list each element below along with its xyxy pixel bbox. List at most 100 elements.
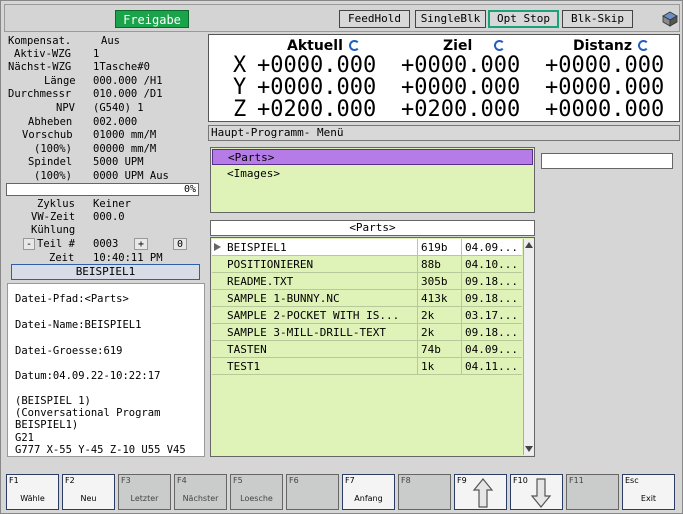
- current-folder-header: <Parts>: [210, 220, 535, 236]
- f8-button[interactable]: F8: [398, 474, 451, 510]
- file-row[interactable]: SAMPLE 1-BUNNY.NC 413k 09.18...: [212, 290, 522, 307]
- arrow-down-icon: [530, 478, 552, 508]
- blkskip-button[interactable]: Blk-Skip: [562, 10, 633, 28]
- teil-count-box[interactable]: 0: [173, 238, 187, 250]
- distanz-z-value: +0000.000: [545, 97, 665, 122]
- file-name: TASTEN: [226, 341, 418, 358]
- dir-item-parts[interactable]: <Parts>: [212, 149, 533, 165]
- fkey-label: Wähle: [20, 494, 45, 503]
- preview-box: [541, 153, 673, 169]
- aktuell-refresh-icon[interactable]: [348, 40, 360, 51]
- fkey-id: F2: [65, 476, 75, 485]
- f6-button[interactable]: F6: [286, 474, 339, 510]
- info-line: Datei-Name:BEISPIEL1: [15, 319, 142, 331]
- distanz-x-value: +0000.000: [545, 53, 665, 78]
- axis-x-label: X: [233, 53, 247, 78]
- scroll-up-icon[interactable]: [525, 242, 533, 248]
- file-row[interactable]: README.TXT 305b 09.18...: [212, 273, 522, 290]
- distanz-header: Distanz: [573, 38, 650, 54]
- teil-plus-button[interactable]: +: [134, 238, 148, 250]
- naechst-wzg-label: Nächst-WZG: [8, 61, 72, 73]
- f10-down-button[interactable]: F10: [510, 474, 563, 510]
- npv-value: (G540) 1: [93, 102, 144, 114]
- info-line: BEISPIEL1): [15, 419, 79, 431]
- f9-up-button[interactable]: F9: [454, 474, 507, 510]
- file-name: README.TXT: [226, 273, 418, 290]
- axis-y-label: Y: [233, 75, 247, 100]
- fkey-id: F5: [233, 476, 243, 485]
- file-name: POSITIONIEREN: [226, 256, 418, 273]
- esc-exit-button[interactable]: Esc Exit: [622, 474, 675, 510]
- teil-minus-button[interactable]: -: [23, 238, 35, 250]
- file-size: 88b: [419, 256, 462, 273]
- info-line: Datum:04.09.22-10:22:17: [15, 370, 161, 382]
- file-name: SAMPLE 3-MILL-DRILL-TEXT: [226, 324, 418, 341]
- fkey-label: Anfang: [354, 494, 383, 503]
- optstop-button[interactable]: Opt Stop: [488, 10, 559, 28]
- ziel-header: Ziel: [443, 38, 506, 54]
- kuehlung-label: Kühlung: [31, 224, 76, 236]
- spindel-label: Spindel: [28, 156, 73, 168]
- info-line: Datei-Groesse:619: [15, 345, 123, 357]
- file-info-panel: Datei-Pfad:<Parts> Datei-Name:BEISPIEL1 …: [7, 283, 205, 457]
- program-progress-bar: 0%: [6, 183, 199, 196]
- scroll-down-icon[interactable]: [525, 446, 533, 452]
- fkey-id: Esc: [625, 476, 639, 485]
- f2-new-button[interactable]: F2 Neu: [62, 474, 115, 510]
- fkey-id: F3: [121, 476, 131, 485]
- distanz-refresh-icon[interactable]: [638, 40, 650, 51]
- f7-start-button[interactable]: F7 Anfang: [342, 474, 395, 510]
- kompensat-value: Aus: [101, 35, 120, 47]
- ziel-header-label: Ziel: [443, 38, 473, 54]
- file-size: 2k: [419, 324, 462, 341]
- top-toolbar: Freigabe FeedHold SingleBlk Opt Stop Blk…: [4, 4, 680, 32]
- fkey-id: F1: [9, 476, 19, 485]
- f5-delete-button[interactable]: F5 Loesche: [230, 474, 283, 510]
- vw-zeit-label: VW-Zeit: [31, 211, 76, 223]
- aktuell-header-label: Aktuell: [287, 38, 343, 54]
- fkey-id: F7: [345, 476, 355, 485]
- file-row[interactable]: TEST1 1k 04.11...: [212, 358, 522, 375]
- file-list-scrollbar[interactable]: [523, 239, 534, 455]
- file-row[interactable]: POSITIONIEREN 88b 04.10...: [212, 256, 522, 273]
- teil-label: Teil #: [37, 238, 75, 250]
- feedhold-button[interactable]: FeedHold: [339, 10, 410, 28]
- naechst-wzg-value: 1Tasche#0: [93, 61, 150, 73]
- fkey-label: Letzter: [130, 494, 159, 503]
- singleblk-button[interactable]: SingleBlk: [415, 10, 486, 28]
- app-logo-icon: [662, 11, 678, 27]
- loaded-file-banner: BEISPIEL1: [11, 264, 200, 280]
- file-list: BEISPIEL1 619b 04.09... POSITIONIEREN 88…: [210, 237, 535, 457]
- ziel-refresh-icon[interactable]: [494, 40, 506, 51]
- fkey-id: F10: [513, 476, 528, 485]
- file-row[interactable]: TASTEN 74b 04.09...: [212, 341, 522, 358]
- dir-item-images[interactable]: <Images>: [212, 166, 533, 182]
- arrow-up-icon: [472, 478, 494, 508]
- file-row[interactable]: SAMPLE 2-POCKET WITH IS... 2k 03.17...: [212, 307, 522, 324]
- info-line: G777 X-55 Y-45 Z-10 U55 V45: [15, 444, 186, 456]
- f4-next-button[interactable]: F4 Nächster: [174, 474, 227, 510]
- zyklus-label: Zyklus: [37, 198, 75, 210]
- fkey-id: F11: [569, 476, 584, 485]
- laenge-value: 000.000 /H1: [93, 75, 163, 87]
- freigabe-button[interactable]: Freigabe: [115, 10, 189, 28]
- f11-button[interactable]: F11: [566, 474, 619, 510]
- selection-arrow-icon: [214, 243, 221, 251]
- file-date: 04.10...: [465, 258, 518, 271]
- abheben-label: Abheben: [28, 116, 73, 128]
- aktiv-wzg-value: 1: [93, 48, 100, 60]
- file-row[interactable]: BEISPIEL1 619b 04.09...: [212, 239, 522, 256]
- file-name: SAMPLE 1-BUNNY.NC: [226, 290, 418, 307]
- aktuell-x-value: +0000.000: [257, 53, 377, 78]
- vw-zeit-value: 000.0: [93, 211, 125, 223]
- file-row[interactable]: SAMPLE 3-MILL-DRILL-TEXT 2k 09.18...: [212, 324, 522, 341]
- fkey-label: Loesche: [240, 494, 273, 503]
- fkey-id: F8: [401, 476, 411, 485]
- fkey-id: F9: [457, 476, 467, 485]
- f1-select-button[interactable]: F1 Wähle: [6, 474, 59, 510]
- f3-previous-button[interactable]: F3 Letzter: [118, 474, 171, 510]
- file-size: 1k: [419, 358, 462, 375]
- file-size: 619b: [419, 239, 462, 256]
- spindel-value: 5000 UPM: [93, 156, 144, 168]
- spindel-override-value: 0000 UPM Aus: [93, 170, 169, 182]
